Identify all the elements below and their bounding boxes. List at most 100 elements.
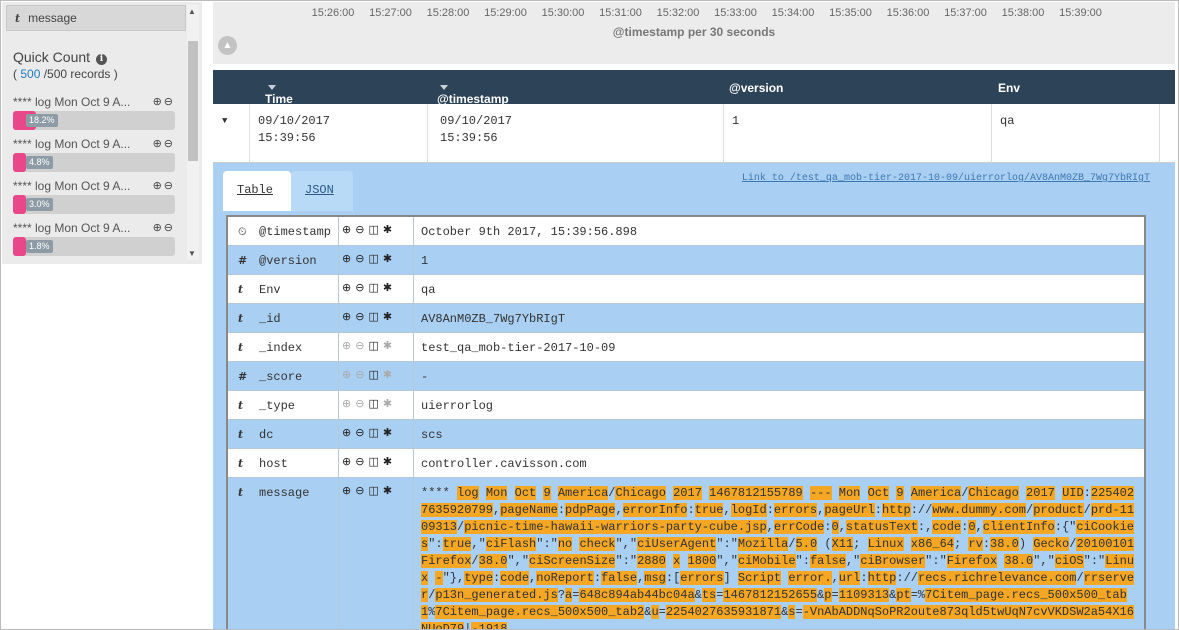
filter-out-value-icon[interactable]: ⊖ bbox=[355, 223, 368, 236]
filter-exists-icon[interactable]: ✱ bbox=[383, 455, 396, 468]
sidebar-scrollbar[interactable]: ▲ ▼ bbox=[187, 5, 199, 260]
field-value: qa bbox=[421, 283, 436, 297]
filter-for-value-icon[interactable]: ⊕ bbox=[342, 484, 355, 497]
quick-count-bar-fill bbox=[13, 153, 26, 172]
zoom-out-icon[interactable]: ⊖ bbox=[164, 96, 175, 108]
cell-version-value: 1 bbox=[732, 114, 740, 128]
field-row: t _index ⊕⊖◫✱ test_qa_mob-tier-2017-10-09 bbox=[228, 333, 1144, 362]
sort-caret-icon[interactable] bbox=[440, 85, 448, 90]
toggle-column-icon[interactable]: ◫ bbox=[368, 368, 382, 381]
zoom-in-icon[interactable]: ⊕ bbox=[153, 96, 164, 108]
filter-for-value-icon[interactable]: ⊕ bbox=[342, 339, 355, 352]
row-expand-toggle-icon[interactable]: ▼ bbox=[222, 116, 227, 126]
quick-count-item-label: **** log Mon Oct 9 A... bbox=[13, 221, 131, 235]
field-value: - bbox=[421, 370, 429, 384]
filter-for-value-icon[interactable]: ⊕ bbox=[342, 281, 355, 294]
filter-exists-icon[interactable]: ✱ bbox=[383, 281, 396, 294]
field-value: 1 bbox=[421, 254, 429, 268]
scrollbar-thumb[interactable] bbox=[188, 41, 198, 161]
filter-exists-icon[interactable]: ✱ bbox=[383, 426, 396, 439]
filter-for-value-icon[interactable]: ⊕ bbox=[342, 368, 355, 381]
filter-exists-icon[interactable]: ✱ bbox=[383, 310, 396, 323]
quick-count-item: **** log Mon Oct 9 A... ⊕⊖ 1.8% bbox=[13, 221, 175, 256]
filter-icons: ⊕⊖ bbox=[153, 221, 175, 234]
column-header-timestamp[interactable]: @timestamp bbox=[437, 81, 509, 106]
column-header-time[interactable]: Time bbox=[265, 81, 293, 106]
zoom-out-icon[interactable]: ⊖ bbox=[164, 222, 175, 234]
zoom-out-icon[interactable]: ⊖ bbox=[164, 138, 175, 150]
filter-exists-icon[interactable]: ✱ bbox=[383, 368, 396, 381]
quick-count-bar-fill bbox=[13, 237, 26, 256]
toggle-column-icon[interactable]: ◫ bbox=[368, 455, 382, 468]
toggle-column-icon[interactable]: ◫ bbox=[368, 281, 382, 294]
clock-icon: ⏲ bbox=[238, 225, 247, 238]
quick-count-item: **** log Mon Oct 9 A... ⊕⊖ 4.8% bbox=[13, 137, 175, 172]
filter-out-value-icon[interactable]: ⊖ bbox=[355, 281, 368, 294]
x-tick-label: 15:26:00 bbox=[311, 7, 355, 19]
collapse-chart-button[interactable]: ▲ bbox=[218, 36, 237, 55]
filter-out-value-icon[interactable]: ⊖ bbox=[355, 310, 368, 323]
field-actions: ⊕⊖◫✱ bbox=[338, 275, 414, 303]
total-records: /500 records ) bbox=[43, 67, 118, 81]
toggle-column-icon[interactable]: ◫ bbox=[368, 310, 382, 323]
info-icon[interactable]: i bbox=[95, 54, 107, 65]
filter-exists-icon[interactable]: ✱ bbox=[383, 252, 396, 265]
sort-caret-icon[interactable] bbox=[268, 85, 276, 90]
shown-count-link[interactable]: 500 bbox=[20, 67, 40, 81]
cell-time: 09/10/2017 15:39:56 bbox=[249, 104, 427, 163]
field-value: uierrorlog bbox=[421, 399, 494, 413]
column-header-version[interactable]: @version bbox=[729, 81, 783, 95]
discover-view: t message ▲ ▼ Quick Count i ( 500 /500 r… bbox=[0, 0, 1179, 630]
x-tick-label: 15:35:00 bbox=[829, 7, 872, 19]
filter-out-value-icon[interactable]: ⊖ bbox=[355, 455, 368, 468]
zoom-in-icon[interactable]: ⊕ bbox=[153, 180, 164, 192]
toggle-column-icon[interactable]: ◫ bbox=[368, 252, 382, 265]
quick-count-percent: 3.0% bbox=[26, 198, 53, 211]
x-tick-label: 15:27:00 bbox=[369, 7, 412, 19]
tab-table[interactable]: Table bbox=[223, 171, 291, 211]
toggle-column-icon[interactable]: ◫ bbox=[368, 397, 382, 410]
toggle-column-icon[interactable]: ◫ bbox=[368, 426, 382, 439]
filter-for-value-icon[interactable]: ⊕ bbox=[342, 426, 355, 439]
x-tick-label: 15:29:00 bbox=[484, 7, 527, 19]
toggle-column-icon[interactable]: ◫ bbox=[368, 339, 382, 352]
filter-out-value-icon[interactable]: ⊖ bbox=[355, 252, 368, 265]
x-tick-label: 15:30:00 bbox=[541, 7, 585, 19]
toggle-column-icon[interactable]: ◫ bbox=[368, 484, 382, 497]
zoom-in-icon[interactable]: ⊕ bbox=[153, 222, 164, 234]
table-row[interactable]: ▼ 09/10/2017 15:39:56 09/10/2017 15:39:5… bbox=[213, 104, 1175, 163]
cell-time-date: 09/10/2017 bbox=[258, 114, 331, 128]
filter-exists-icon[interactable]: ✱ bbox=[383, 397, 396, 410]
filter-for-value-icon[interactable]: ⊕ bbox=[342, 252, 355, 265]
filter-for-value-icon[interactable]: ⊕ bbox=[342, 223, 355, 236]
selected-field-message[interactable]: t message bbox=[6, 5, 186, 31]
filter-exists-icon[interactable]: ✱ bbox=[383, 484, 396, 497]
filter-out-value-icon[interactable]: ⊖ bbox=[355, 397, 368, 410]
filter-out-value-icon[interactable]: ⊖ bbox=[355, 368, 368, 381]
filter-exists-icon[interactable]: ✱ bbox=[383, 339, 396, 352]
string-type-icon: t bbox=[238, 486, 244, 499]
filter-out-value-icon[interactable]: ⊖ bbox=[355, 426, 368, 439]
filter-for-value-icon[interactable]: ⊕ bbox=[342, 455, 355, 468]
scroll-up-icon[interactable]: ▲ bbox=[188, 7, 196, 16]
filter-out-value-icon[interactable]: ⊖ bbox=[355, 339, 368, 352]
doc-permalink[interactable]: Link to /test_qa_mob-tier-2017-10-09/uie… bbox=[742, 173, 1150, 184]
tab-json[interactable]: JSON bbox=[291, 171, 353, 211]
zoom-in-icon[interactable]: ⊕ bbox=[153, 138, 164, 150]
cell-env-value: qa bbox=[1000, 114, 1015, 128]
zoom-out-icon[interactable]: ⊖ bbox=[164, 180, 175, 192]
column-header-env[interactable]: Env bbox=[998, 81, 1020, 95]
field-name: Env bbox=[259, 283, 281, 297]
quick-count-item: **** log Mon Oct 9 A... ⊕⊖ 3.0% bbox=[13, 179, 175, 214]
filter-icons: ⊕⊖ bbox=[153, 179, 175, 192]
string-type-icon: t bbox=[238, 341, 244, 354]
filter-for-value-icon[interactable]: ⊕ bbox=[342, 310, 355, 323]
toggle-column-icon[interactable]: ◫ bbox=[368, 223, 382, 236]
filter-out-value-icon[interactable]: ⊖ bbox=[355, 484, 368, 497]
quick-count-label: Quick Count bbox=[13, 49, 91, 65]
x-tick-label: 15:39:00 bbox=[1059, 7, 1102, 19]
doc-detail-panel: Table JSON Link to /test_qa_mob-tier-201… bbox=[213, 163, 1175, 629]
scroll-down-icon[interactable]: ▼ bbox=[188, 249, 196, 258]
filter-for-value-icon[interactable]: ⊕ bbox=[342, 397, 355, 410]
filter-exists-icon[interactable]: ✱ bbox=[383, 223, 396, 236]
